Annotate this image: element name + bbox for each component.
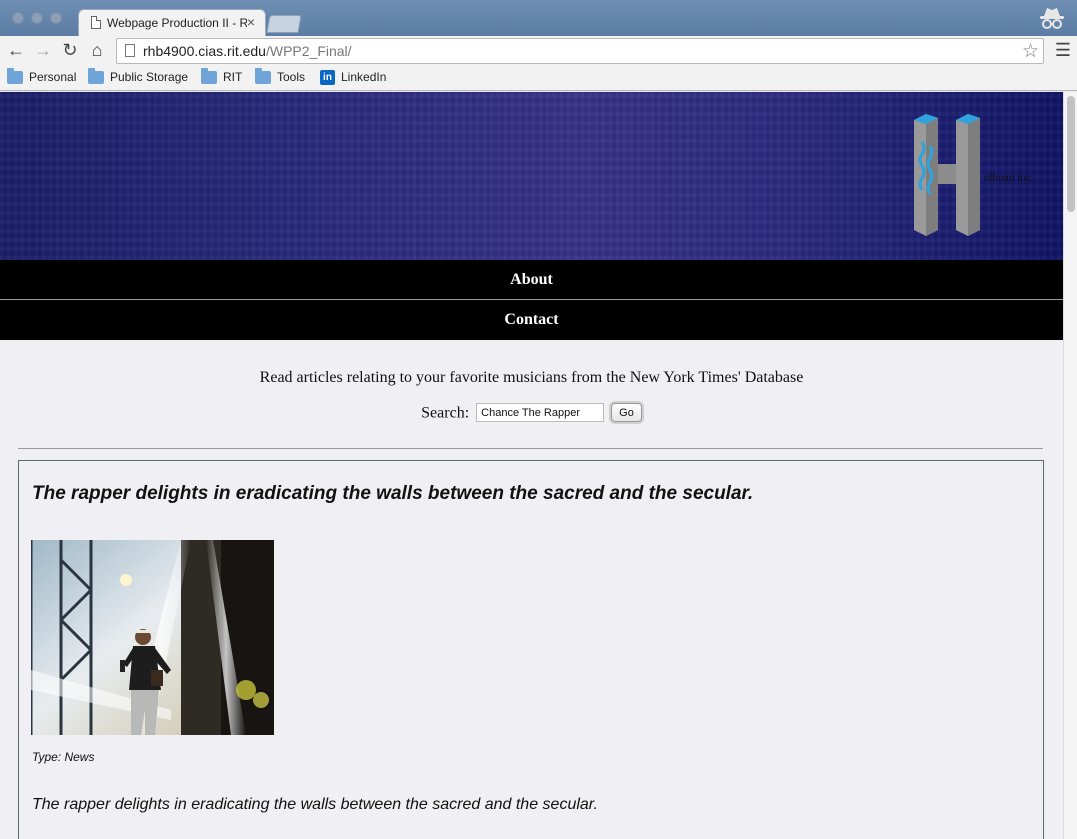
browser-titlebar: Webpage Production II - R × — [0, 0, 1077, 36]
article-card: The rapper delights in eradicating the w… — [18, 460, 1044, 839]
logo-text: offman Inc. — [984, 173, 1034, 184]
bookmark-label: Public Storage — [110, 70, 189, 84]
folder-icon — [201, 68, 217, 84]
page-icon — [125, 44, 135, 57]
bookmark-public-storage[interactable]: Public Storage — [88, 68, 189, 87]
browser-tab-active[interactable]: Webpage Production II - R × — [78, 9, 266, 36]
article-abstract: The rapper delights in eradicating the w… — [32, 796, 598, 813]
search-label: Search: — [421, 404, 470, 422]
divider — [18, 448, 1043, 449]
bookmark-label: Personal — [29, 70, 77, 84]
hamburger-menu-icon[interactable]: ☰ — [1055, 40, 1071, 61]
home-icon[interactable]: ⌂ — [86, 39, 108, 61]
bookmark-label: LinkedIn — [341, 70, 387, 84]
page-icon — [91, 16, 101, 29]
tab-title: Webpage Production II - R — [107, 16, 247, 30]
page-viewport: offman Inc. About Contact Read articles … — [0, 92, 1063, 839]
maximize-window-button[interactable] — [50, 12, 62, 24]
intro-text: Read articles relating to your favorite … — [259, 369, 804, 386]
article-type: Type: News — [32, 750, 95, 764]
url-text[interactable]: rhb4900.cias.rit.edu/WPP2_Final/ — [143, 43, 352, 59]
close-window-button[interactable] — [12, 12, 24, 24]
go-button[interactable]: Go — [611, 403, 642, 422]
linkedin-icon: in — [320, 70, 335, 85]
nav-contact-link[interactable]: Contact — [0, 300, 1063, 340]
bookmark-tools[interactable]: Tools — [255, 68, 306, 87]
bookmark-personal[interactable]: Personal — [7, 68, 77, 87]
url-path: /WPP2_Final/ — [265, 43, 352, 59]
address-bar[interactable]: rhb4900.cias.rit.edu/WPP2_Final/ ☆ — [116, 38, 1044, 64]
header-banner: offman Inc. — [0, 92, 1063, 260]
back-arrow-icon[interactable]: ← — [5, 39, 27, 61]
search-input[interactable] — [476, 403, 605, 422]
nav-about-link[interactable]: About — [0, 260, 1063, 300]
article-headline[interactable]: The rapper delights in eradicating the w… — [32, 483, 753, 505]
bookmark-label: Tools — [277, 70, 306, 84]
article-image[interactable] — [31, 540, 274, 735]
bookmark-label: RIT — [223, 70, 243, 84]
browser-toolbar: ← → ↻ ⌂ rhb4900.cias.rit.edu/WPP2_Final/… — [0, 36, 1077, 66]
bookmark-linkedin[interactable]: in LinkedIn — [320, 70, 386, 87]
page-scrollbar[interactable] — [1063, 92, 1077, 839]
incognito-icon — [1040, 8, 1064, 29]
bookmark-rit[interactable]: RIT — [201, 68, 243, 87]
bookmark-star-icon[interactable]: ☆ — [1022, 40, 1039, 63]
close-tab-icon[interactable]: × — [247, 14, 255, 30]
new-tab-button[interactable] — [266, 15, 302, 33]
scrollbar-thumb[interactable] — [1067, 96, 1075, 212]
forward-arrow-icon[interactable]: → — [32, 39, 54, 61]
reload-icon[interactable]: ↻ — [59, 39, 81, 61]
url-host: rhb4900.cias.rit.edu — [143, 43, 266, 59]
folder-icon — [255, 68, 271, 84]
minimize-window-button[interactable] — [31, 12, 43, 24]
search-form: Search: Go — [0, 403, 1063, 423]
bookmarks-bar: Personal Public Storage RIT Tools in Link… — [0, 66, 1077, 91]
folder-icon — [7, 68, 23, 84]
folder-icon — [88, 68, 104, 84]
